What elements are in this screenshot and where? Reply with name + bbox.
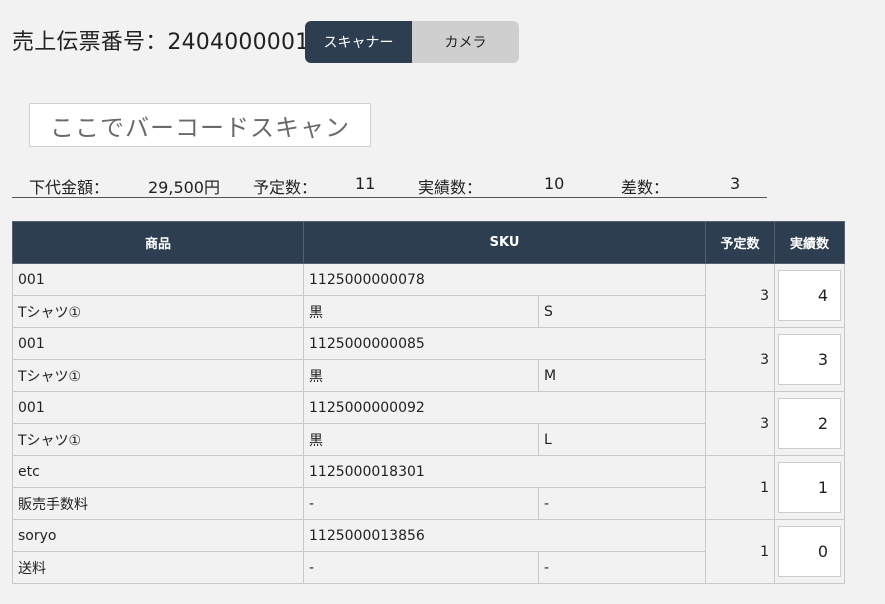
product-code: soryo [12, 519, 304, 552]
planned-total-value: 11 [355, 174, 376, 193]
difference-label: 差数： [621, 178, 670, 197]
camera-mode-button[interactable]: カメラ [412, 21, 519, 63]
sku-color: 黒 [303, 423, 539, 456]
sku-code: 1125000000078 [302, 263, 707, 296]
sku-color: 黒 [303, 295, 539, 328]
planned-qty: 3 [705, 391, 776, 456]
items-table: 商品 SKU 予定数 実績数 001 1125000000078 3 4 Tシャ… [12, 221, 846, 584]
sku-code: 1125000018301 [302, 455, 707, 488]
table-row: 001 1125000000092 3 2 [12, 391, 846, 456]
product-code: etc [12, 455, 304, 488]
table-row: etc 1125000018301 1 1 [12, 455, 846, 520]
column-header-planned: 予定数 [705, 221, 776, 264]
planned-qty: 3 [705, 327, 776, 392]
sku-size: S [537, 295, 707, 328]
actual-qty-input[interactable]: 3 [778, 334, 842, 385]
product-name: 販売手数料 [12, 487, 304, 520]
product-name: Tシャツ① [12, 359, 304, 392]
sku-size: - [537, 487, 707, 520]
column-header-actual: 実績数 [774, 221, 846, 264]
planned-qty: 3 [705, 263, 776, 328]
cost-value: 29,500円 [148, 178, 220, 197]
actual-qty-input[interactable]: 0 [778, 526, 842, 577]
slip-number-value: 2404000001 [167, 30, 310, 55]
column-header-sku: SKU [302, 221, 707, 264]
column-header-product: 商品 [12, 221, 304, 264]
planned-total-label: 予定数： [253, 178, 318, 197]
actual-total-value: 10 [544, 174, 565, 193]
sku-color: - [303, 551, 539, 584]
sku-size: M [537, 359, 707, 392]
product-name: 送料 [12, 551, 304, 584]
sku-code: 1125000013856 [302, 519, 707, 552]
table-row: 001 1125000000078 3 4 [12, 263, 846, 328]
input-mode-toggle: スキャナー カメラ [305, 21, 519, 63]
product-code: 001 [12, 391, 304, 424]
actual-total-label: 実績数： [418, 178, 483, 197]
actual-qty-input[interactable]: 2 [778, 398, 842, 449]
sku-code: 1125000000085 [302, 327, 707, 360]
summary-bar: 下代金額： 29,500円 予定数： 11 実績数： 10 差数： 3 [12, 172, 767, 198]
product-name: Tシャツ① [12, 423, 304, 456]
product-name: Tシャツ① [12, 295, 304, 328]
table-row: 001 1125000000085 3 3 [12, 327, 846, 392]
planned-qty: 1 [705, 519, 776, 584]
sku-color: 黒 [303, 359, 539, 392]
actual-qty-input[interactable]: 4 [778, 270, 842, 321]
product-code: 001 [12, 327, 304, 360]
table-row: soryo 1125000013856 1 0 [12, 519, 846, 584]
sku-code: 1125000000092 [302, 391, 707, 424]
actual-qty-input[interactable]: 1 [778, 462, 842, 513]
page-title: 売上伝票番号：2404000001 [12, 24, 309, 56]
cost-label: 下代金額： [29, 178, 110, 197]
scanner-mode-button[interactable]: スキャナー [305, 21, 412, 63]
difference-value: 3 [730, 174, 741, 193]
product-code: 001 [12, 263, 304, 296]
barcode-scan-placeholder: ここでバーコードスキャン [50, 113, 350, 142]
slip-number-label: 売上伝票番号： [12, 30, 168, 55]
sku-size: L [537, 423, 707, 456]
sku-color: - [303, 487, 539, 520]
planned-qty: 1 [705, 455, 776, 520]
sku-size: - [537, 551, 707, 584]
barcode-scan-input[interactable]: ここでバーコードスキャン [29, 103, 371, 147]
table-header-row: 商品 SKU 予定数 実績数 [12, 221, 846, 264]
